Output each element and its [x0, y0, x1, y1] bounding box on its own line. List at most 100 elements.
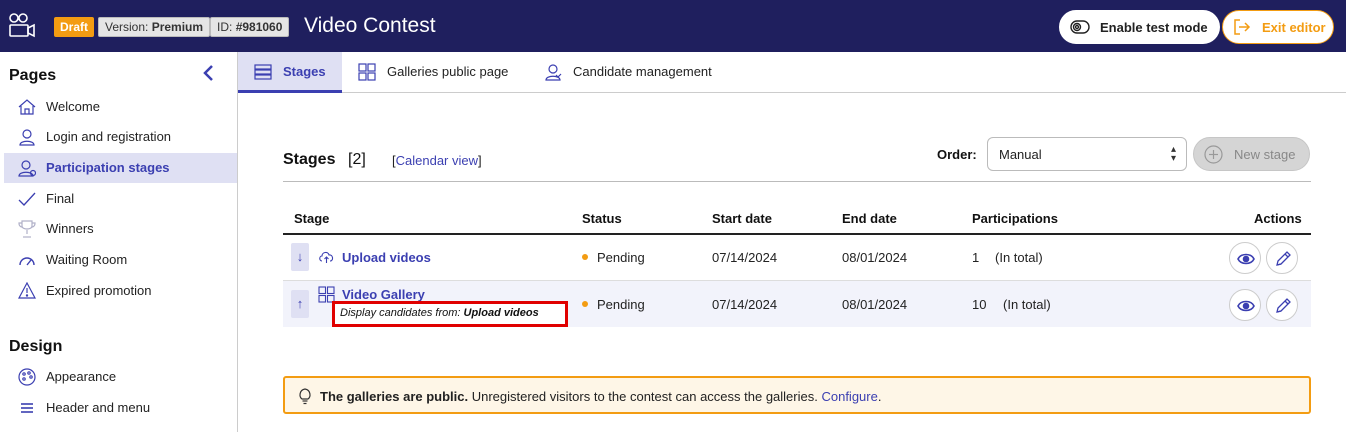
status-text: Pending	[597, 250, 645, 265]
column-header-actions: Actions	[1254, 211, 1302, 226]
move-up-button[interactable]: ↑	[291, 290, 309, 318]
column-header-start-date: Start date	[712, 211, 772, 226]
gauge-icon	[19, 257, 35, 266]
contest-logo-icon	[9, 13, 35, 38]
table-row: ↓ Upload videos Pending 07/14/2024 08/01…	[283, 235, 1311, 281]
notice-body: Unregistered visitors to the contest can…	[468, 389, 822, 404]
sidebar-item-login[interactable]: Login and registration	[4, 122, 237, 152]
notice-end: .	[877, 389, 882, 404]
sidebar-item-label: Expired promotion	[46, 283, 152, 298]
tab-label: Stages	[283, 64, 326, 79]
design-heading: Design	[9, 338, 63, 355]
sidebar-item-label: Welcome	[46, 99, 100, 114]
tab-stages[interactable]: Stages	[238, 52, 342, 93]
top-bar: Draft Version: Premium ID: #981060 Video…	[0, 0, 1346, 52]
home-icon	[18, 99, 36, 115]
sidebar-item-welcome[interactable]: Welcome	[4, 92, 237, 122]
start-date: 07/14/2024	[712, 250, 778, 265]
column-header-participations: Participations	[972, 211, 1058, 226]
list-icon	[254, 64, 272, 80]
eye-icon	[1237, 253, 1255, 265]
sidebar-item-label: Participation stages	[46, 160, 170, 175]
stages-count: [2]	[348, 151, 366, 168]
sidebar-item-winners[interactable]: Winners	[4, 214, 237, 244]
sidebar-item-label: Winners	[46, 221, 94, 236]
sidebar-item-header-and-menu[interactable]: Header and menu	[4, 393, 237, 423]
galleries-public-notice: The galleries are public. Unregistered v…	[283, 376, 1311, 414]
sidebar-item-expired-promotion[interactable]: Expired promotion	[4, 276, 237, 306]
tab-candidate-management[interactable]: Candidate management	[530, 52, 730, 93]
stage-name-link[interactable]: Upload videos	[342, 250, 431, 265]
tab-galleries-public-page[interactable]: Galleries public page	[342, 52, 522, 93]
id-prefix: ID:	[217, 20, 233, 34]
order-label: Order:	[937, 147, 977, 162]
toggle-icon	[1070, 20, 1090, 34]
status-badge: Pending	[582, 297, 645, 312]
status-dot	[582, 301, 588, 307]
user-login-icon	[19, 129, 35, 146]
configure-link[interactable]: Configure	[821, 389, 877, 404]
sidebar-item-appearance[interactable]: Appearance	[4, 362, 237, 392]
column-header-stage: Stage	[294, 211, 330, 226]
notice-text: The galleries are public. Unregistered v…	[320, 389, 881, 404]
pencil-icon	[1276, 298, 1291, 313]
chevron-left-icon[interactable]	[200, 63, 218, 83]
stage-name-link[interactable]: Video Gallery	[342, 287, 425, 302]
edit-button[interactable]	[1266, 289, 1298, 321]
new-stage-button[interactable]: New stage	[1193, 137, 1310, 171]
column-header-status: Status	[582, 211, 622, 226]
id-value: #981060	[235, 20, 283, 34]
view-button[interactable]	[1229, 242, 1261, 274]
lightbulb-icon	[299, 388, 311, 405]
exit-icon	[1234, 19, 1251, 35]
status-text: Pending	[597, 297, 645, 312]
participations-count: 1	[972, 250, 980, 265]
sidebar: Pages Welcome Login and registration Par…	[0, 52, 238, 432]
edit-button[interactable]	[1266, 242, 1298, 274]
sidebar-item-label: Login and registration	[46, 129, 172, 144]
column-header-end-date: End date	[842, 211, 897, 226]
end-date: 08/01/2024	[842, 297, 908, 312]
new-stage-label: New stage	[1234, 147, 1296, 162]
sidebar-item-participation-stages[interactable]: Participation stages	[4, 153, 237, 183]
order-select[interactable]: Manual ▴ ▾	[987, 137, 1187, 171]
menu-icon	[21, 403, 33, 413]
participations-note: (In total)	[995, 250, 1043, 265]
sidebar-item-label: Waiting Room	[46, 252, 128, 267]
plus-circle-icon	[1204, 145, 1223, 164]
display-from-prefix: Display candidates from:	[340, 307, 461, 319]
status-dot	[582, 254, 588, 260]
move-down-button[interactable]: ↓	[291, 243, 309, 271]
enable-test-mode-button[interactable]: Enable test mode	[1059, 10, 1220, 44]
pages-heading: Pages	[9, 67, 57, 84]
version-badge: Version: Premium	[98, 17, 211, 37]
eye-icon	[1237, 300, 1255, 312]
sidebar-item-final[interactable]: Final	[4, 184, 237, 214]
status-badge: Pending	[582, 250, 645, 265]
notice-bold: The galleries are public.	[320, 389, 469, 404]
palette-icon	[18, 368, 36, 386]
version-prefix: Version:	[105, 20, 149, 34]
user-stages-icon	[18, 160, 36, 177]
select-arrows-icon: ▴ ▾	[1170, 144, 1176, 164]
sidebar-item-waiting-room[interactable]: Waiting Room	[4, 245, 237, 275]
draft-badge: Draft	[54, 17, 95, 37]
tab-label: Galleries public page	[387, 64, 509, 79]
display-candidates-from-note: Display candidates from: Upload videos	[332, 301, 568, 327]
test-mode-label: Enable test mode	[1100, 20, 1208, 35]
calendar-view-link[interactable]: [Calendar view]	[392, 153, 482, 168]
sidebar-item-label: Header and menu	[46, 400, 151, 415]
page-title: Video Contest	[304, 14, 436, 37]
version-value: Premium	[151, 20, 204, 34]
view-button[interactable]	[1229, 289, 1261, 321]
cloud-upload-icon	[319, 251, 334, 263]
tab-bar: Stages Galleries public page Candidate m…	[238, 52, 1346, 93]
trophy-icon	[18, 220, 36, 238]
exit-editor-button[interactable]: Exit editor	[1222, 10, 1334, 44]
id-badge: ID: #981060	[210, 17, 290, 37]
check-icon	[18, 192, 36, 206]
start-date: 07/14/2024	[712, 297, 778, 312]
order-value: Manual	[999, 147, 1042, 162]
sidebar-item-label: Final	[46, 191, 75, 206]
divider	[283, 181, 1311, 182]
